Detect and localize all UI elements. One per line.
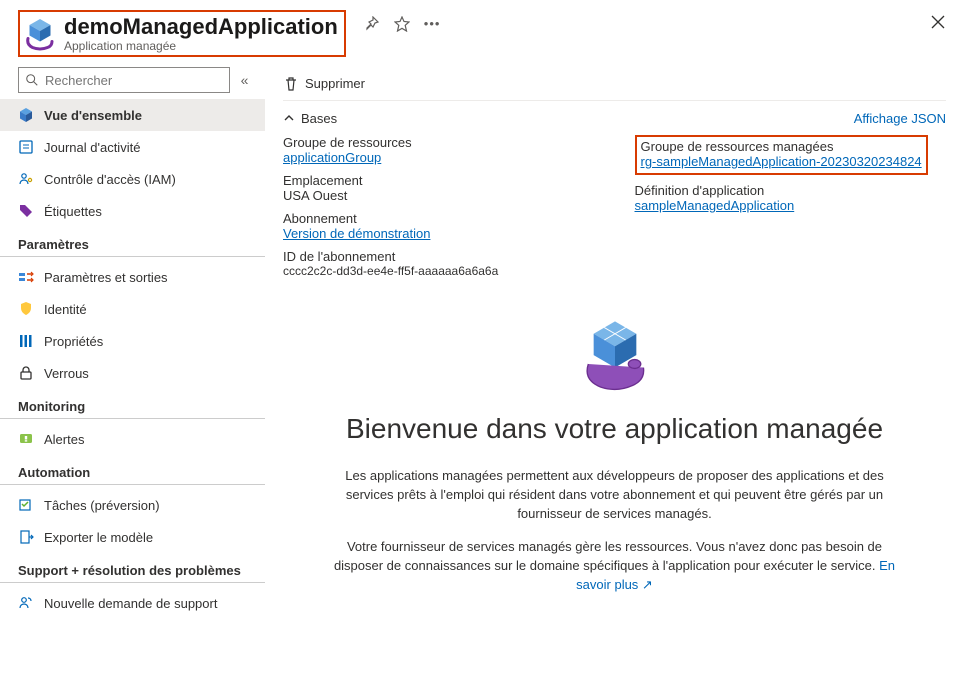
sidebar-item-label: Étiquettes xyxy=(44,204,102,219)
iam-icon xyxy=(18,171,34,187)
main-content: Supprimer Bases Affichage JSON Groupe de… xyxy=(265,63,964,680)
sidebar-section-settings: Paramètres xyxy=(0,227,265,257)
sidebar-item-label: Journal d'activité xyxy=(44,140,140,155)
tasks-icon xyxy=(18,497,34,513)
close-icon[interactable] xyxy=(930,14,946,30)
sidebar-item-label: Tâches (préversion) xyxy=(44,498,160,513)
welcome-block: Bienvenue dans votre application managée… xyxy=(283,286,946,594)
properties-icon xyxy=(18,333,34,349)
sidebar-item-new-support-request[interactable]: Nouvelle demande de support xyxy=(0,587,265,619)
ess-field-subscription: Abonnement Version de démonstration xyxy=(283,211,595,241)
command-bar: Supprimer xyxy=(283,67,946,101)
page-title: demoManagedApplication xyxy=(64,14,338,39)
ess-field-app-definition: Définition d'application sampleManagedAp… xyxy=(635,183,947,213)
sidebar-item-tags[interactable]: Étiquettes xyxy=(0,195,265,227)
sidebar-item-properties[interactable]: Propriétés xyxy=(0,325,265,357)
welcome-paragraph-1: Les applications managées permettent aux… xyxy=(333,467,896,524)
tag-icon xyxy=(18,203,34,219)
favorite-star-icon[interactable] xyxy=(394,16,410,32)
sidebar-item-label: Exporter le modèle xyxy=(44,530,153,545)
sidebar-item-access-control[interactable]: Contrôle d'accès (IAM) xyxy=(0,163,265,195)
sidebar-section-automation: Automation xyxy=(0,455,265,485)
chevron-up-icon xyxy=(283,112,295,124)
sidebar-section-monitoring: Monitoring xyxy=(0,389,265,419)
welcome-paragraph-2: Votre fournisseur de services managés gè… xyxy=(333,538,896,595)
cube-icon xyxy=(18,107,34,123)
sidebar: « Vue d'ensemble Journal d'activité Cont… xyxy=(0,63,265,680)
ess-field-subscription-id: ID de l'abonnement cccc2c2c-dd3d-ee4e-ff… xyxy=(283,249,595,278)
essentials-header-label: Bases xyxy=(301,111,337,126)
sidebar-item-overview[interactable]: Vue d'ensemble xyxy=(0,99,265,131)
identity-icon xyxy=(18,301,34,317)
search-input-wrapper[interactable] xyxy=(18,67,230,93)
ess-field-resource-group: Groupe de ressources applicationGroup xyxy=(283,135,595,165)
sidebar-item-label: Nouvelle demande de support xyxy=(44,596,217,611)
lock-icon xyxy=(18,365,34,381)
activity-log-icon xyxy=(18,139,34,155)
ess-field-location: Emplacement USA Ouest xyxy=(283,173,595,203)
sidebar-item-export-template[interactable]: Exporter le modèle xyxy=(0,521,265,553)
trash-icon xyxy=(283,76,299,92)
search-icon xyxy=(25,73,39,87)
delete-button-label: Supprimer xyxy=(305,76,365,91)
sidebar-item-label: Contrôle d'accès (IAM) xyxy=(44,172,176,187)
sidebar-item-label: Propriétés xyxy=(44,334,103,349)
sidebar-item-label: Vue d'ensemble xyxy=(44,108,142,123)
welcome-illustration-icon xyxy=(570,316,660,396)
managed-rg-highlight-box: Groupe de ressources managées rg-sampleM… xyxy=(635,135,928,175)
delete-button[interactable]: Supprimer xyxy=(283,76,365,92)
sidebar-item-identity[interactable]: Identité xyxy=(0,293,265,325)
resource-group-link[interactable]: applicationGroup xyxy=(283,150,381,165)
welcome-title: Bienvenue dans votre application managée xyxy=(283,413,946,445)
more-icon[interactable]: ••• xyxy=(424,16,440,32)
essentials-grid: Groupe de ressources applicationGroup Em… xyxy=(283,135,946,286)
search-input[interactable] xyxy=(43,72,223,89)
app-definition-link[interactable]: sampleManagedApplication xyxy=(635,198,795,213)
params-icon xyxy=(18,269,34,285)
title-highlight-box: demoManagedApplication Application manag… xyxy=(18,10,346,57)
subscription-link[interactable]: Version de démonstration xyxy=(283,226,430,241)
sidebar-item-activity-log[interactable]: Journal d'activité xyxy=(0,131,265,163)
sidebar-item-params-outputs[interactable]: Paramètres et sorties xyxy=(0,261,265,293)
managed-resource-group-link[interactable]: rg-sampleManagedApplication-202303202348… xyxy=(641,154,922,169)
essentials-toggle[interactable]: Bases xyxy=(283,111,337,126)
collapse-sidebar-icon[interactable]: « xyxy=(238,72,251,88)
sidebar-item-tasks[interactable]: Tâches (préversion) xyxy=(0,489,265,521)
sidebar-section-support: Support + résolution des problèmes xyxy=(0,553,265,583)
header: demoManagedApplication Application manag… xyxy=(0,0,964,63)
export-template-icon xyxy=(18,529,34,545)
support-icon xyxy=(18,595,34,611)
page-subtitle: Application managée xyxy=(64,39,338,53)
sidebar-item-label: Paramètres et sorties xyxy=(44,270,168,285)
managed-app-logo-icon xyxy=(22,16,58,52)
sidebar-item-label: Identité xyxy=(44,302,87,317)
alerts-icon xyxy=(18,431,34,447)
pin-icon[interactable] xyxy=(364,16,380,32)
sidebar-item-label: Verrous xyxy=(44,366,89,381)
json-view-link[interactable]: Affichage JSON xyxy=(854,111,946,126)
sidebar-item-alerts[interactable]: Alertes xyxy=(0,423,265,455)
sidebar-item-locks[interactable]: Verrous xyxy=(0,357,265,389)
sidebar-item-label: Alertes xyxy=(44,432,84,447)
